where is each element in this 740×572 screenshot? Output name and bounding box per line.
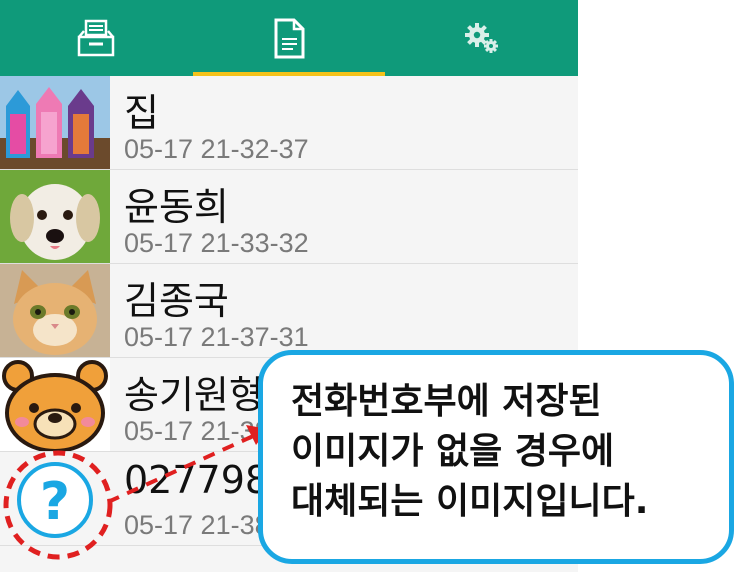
svg-text:?: ? <box>40 472 70 532</box>
tab-inbox[interactable] <box>0 0 193 76</box>
settings-gears-icon <box>464 23 498 53</box>
call-time: 05-17 21-33-32 <box>124 228 309 258</box>
contact-photo <box>0 170 110 263</box>
tab-settings[interactable] <box>385 0 578 76</box>
callout-line: 대체되는 이미지입니다. <box>291 481 649 522</box>
tab-call-log[interactable] <box>192 0 386 76</box>
contact-name: 윤동희 <box>124 185 229 229</box>
contact-name: 김종국 <box>124 279 229 323</box>
contact-photo <box>0 264 110 357</box>
call-time: 05-17 21-37-31 <box>124 322 309 352</box>
contact-photo: ? <box>0 452 110 545</box>
call-time: 05-17 21-32-37 <box>124 134 309 164</box>
callout-line: 전화번호부에 저장된 <box>291 381 602 422</box>
annotation-callout: 전화번호부에 저장된 이미지가 없을 경우에 대체되는 이미지입니다. <box>258 350 734 564</box>
list-item[interactable]: 윤동희 05-17 21-33-32 <box>0 170 578 264</box>
contact-photo <box>0 358 110 451</box>
call-time: 05-17 21-38- <box>124 416 279 446</box>
document-icon <box>274 18 305 59</box>
contact-name: 송기원형 <box>124 373 264 417</box>
question-mark-placeholder-icon: ? <box>17 462 93 538</box>
contact-photo <box>0 76 110 169</box>
callout-line: 이미지가 없을 경우에 <box>291 431 615 472</box>
contact-name: 집 <box>124 91 159 135</box>
list-item[interactable]: 집 05-17 21-32-37 <box>0 76 578 170</box>
list-item[interactable]: 김종국 05-17 21-37-31 <box>0 264 578 358</box>
tab-bar <box>0 0 578 76</box>
callout-text: 전화번호부에 저장된 이미지가 없을 경우에 대체되는 이미지입니다. <box>291 377 721 527</box>
inbox-tray-icon <box>78 19 115 57</box>
